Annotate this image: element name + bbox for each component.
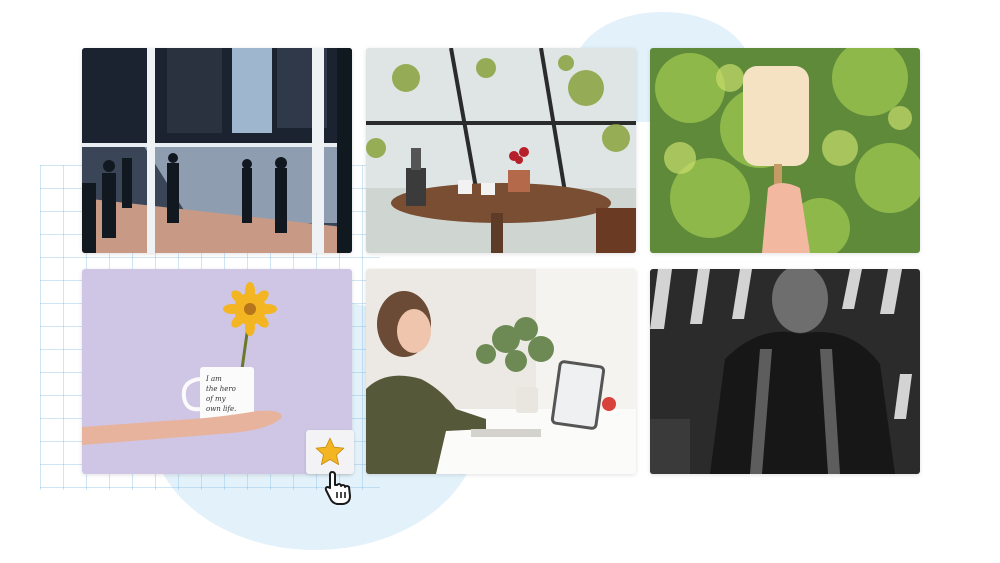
city-window-photo (82, 48, 352, 253)
cafe-table-photo (366, 48, 636, 253)
favorite-button[interactable] (306, 430, 354, 474)
mug-text-line-2: the hero (206, 385, 236, 393)
photo-tile-woman-desk[interactable] (366, 269, 636, 474)
photo-tile-popsicle[interactable] (650, 48, 920, 253)
hand-pointer-icon (324, 471, 351, 505)
popsicle-photo (650, 48, 920, 253)
photo-tile-cafe-table[interactable] (366, 48, 636, 253)
photo-gallery: I am the hero of my own life. (82, 48, 920, 474)
photo-tile-city-window[interactable] (82, 48, 352, 253)
mug-text-line-4: own life. (206, 405, 236, 413)
man-shadows-photo (650, 269, 920, 474)
photo-tile-man-shadows[interactable] (650, 269, 920, 474)
woman-desk-photo (366, 269, 636, 474)
mug-text-line-3: of my (206, 395, 227, 403)
mug-text-line-1: I am (205, 375, 222, 383)
star-icon (315, 437, 345, 466)
